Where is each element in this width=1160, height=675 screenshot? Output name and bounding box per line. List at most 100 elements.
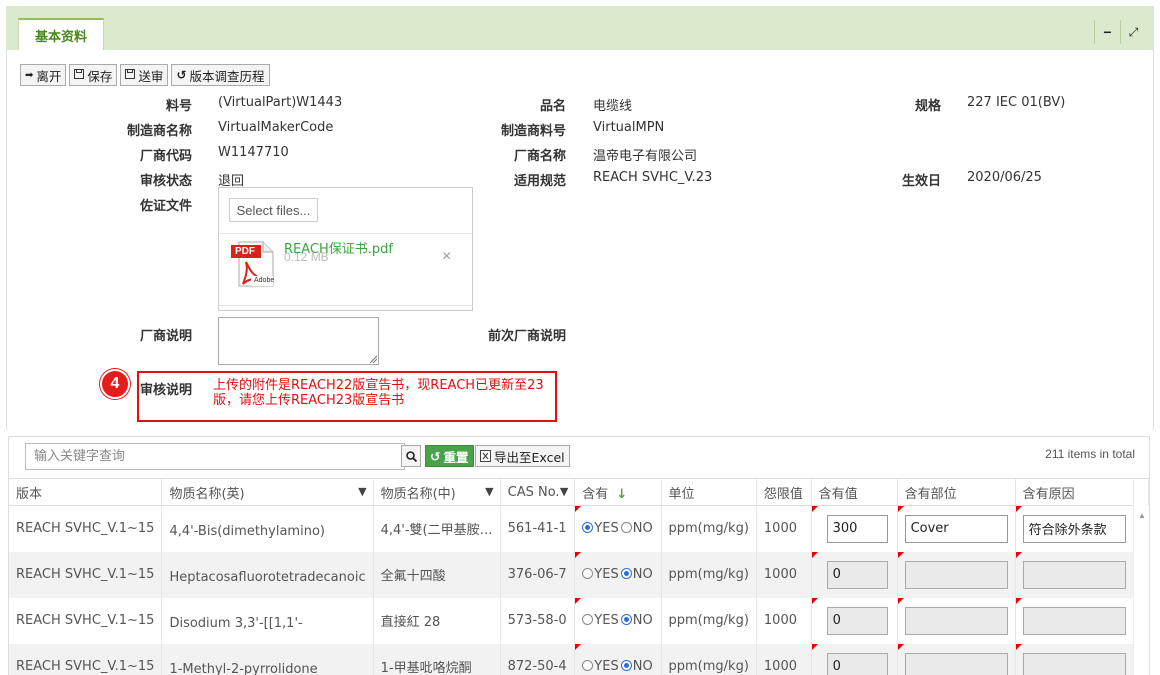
export-excel-button[interactable]: 导出至Excel [475, 445, 570, 467]
cell-contains: YES NO [574, 643, 662, 675]
file-upload: Select files... PDF Adobe 0.12 MB REACH保… [218, 187, 473, 311]
evidence-label: 佐证文件 [139, 199, 192, 214]
maker-name-label: 制造商名称 [126, 124, 192, 139]
cell-name-en: 1-Methyl-2-pyrrolidone [161, 643, 374, 675]
no-radio-label: NO [632, 567, 653, 582]
yes-radio-label: YES [594, 567, 619, 582]
tab-basic-info[interactable]: 基本资料 [18, 18, 104, 50]
yes-radio[interactable] [582, 614, 594, 625]
leave-button[interactable]: ➡ 离开 [20, 64, 67, 86]
select-files-button[interactable]: Select files... [229, 198, 318, 222]
spec-label: 规格 [914, 99, 941, 114]
no-radio[interactable] [620, 614, 632, 625]
col-part[interactable]: 含有部位 [897, 478, 1016, 506]
no-radio[interactable] [620, 522, 632, 534]
reason-input [1022, 560, 1126, 589]
yes-radio[interactable] [582, 522, 594, 534]
cell-unit: ppm(mg/kg) [661, 505, 757, 552]
cell-name-en: Disodium 3,3'-[[1,1'- [161, 597, 374, 644]
effective-date-label: 生效日 [901, 174, 941, 189]
cell-reason: 符合除外条款 [1015, 505, 1134, 552]
part-input[interactable]: Cover [904, 514, 1008, 543]
value-input[interactable]: 300 [826, 514, 888, 543]
tab-bar: 基本资料 − ⤢ [6, 6, 1154, 50]
cell-name-en: Heptacosafluorotetradecanoic [161, 551, 374, 598]
maker-name-value: VirtualMakerCode [218, 120, 334, 135]
minimize-icon[interactable]: − [1094, 20, 1120, 44]
cell-part [897, 597, 1016, 644]
leave-label: 离开 [36, 68, 62, 84]
cell-unit: ppm(mg/kg) [661, 643, 757, 675]
total-count: 211 items in total [1045, 447, 1135, 461]
cell-limit: 1000 [756, 505, 812, 552]
submit-button[interactable]: 送审 [120, 64, 169, 86]
file-name[interactable]: REACH保证书.pdf [284, 238, 393, 257]
cell-version: REACH SVHC_V.1~15 [9, 643, 163, 675]
history-label: 版本调查历程 [189, 68, 265, 84]
prev-vendor-note-label: 前次厂商说明 [487, 329, 566, 344]
filter-icon[interactable]: ▼ [358, 485, 366, 498]
vendor-note-textarea[interactable] [218, 317, 379, 365]
yes-radio[interactable] [582, 568, 594, 579]
scroll-up-icon[interactable]: ▲ [1138, 511, 1146, 520]
filter-icon[interactable]: ▼ [560, 485, 568, 498]
value-input: 0 [826, 560, 888, 589]
search-icon [405, 450, 417, 462]
search-button[interactable] [401, 445, 421, 467]
col-contains[interactable]: 含有 ↓ [574, 478, 662, 506]
part-input [904, 652, 1008, 675]
save-label: 保存 [87, 68, 113, 84]
col-cas[interactable]: CAS No. ▼ [500, 478, 576, 506]
excel-icon [480, 450, 491, 462]
cell-unit: ppm(mg/kg) [661, 551, 757, 598]
audit-status-label: 审核状态 [139, 174, 192, 189]
filter-icon[interactable]: ▼ [485, 485, 493, 498]
col-unit[interactable]: 单位 [661, 478, 757, 506]
product-name-value: 电缆线 [593, 99, 633, 114]
substance-table: 版本 物质名称(英) ▼ 物质名称(中) ▼ CAS No. ▼ 含有 ↓ 单位 怨限值… [9, 478, 1149, 675]
yes-radio-label: YES [594, 659, 619, 674]
submit-label: 送审 [138, 68, 164, 84]
vertical-scrollbar[interactable]: ▲ [1133, 505, 1149, 675]
exit-icon: ➡ [25, 69, 34, 81]
cell-name-cn: 全氟十四酸 [373, 551, 501, 598]
table-header-row: 版本 物质名称(英) ▼ 物质名称(中) ▼ CAS No. ▼ 含有 ↓ 单位 怨限值… [9, 478, 1149, 506]
col-name-en[interactable]: 物质名称(英) ▼ [161, 478, 374, 506]
table-row[interactable]: REACH SVHC_V.1~15 Heptacosafluorotetradec… [9, 551, 1149, 598]
history-button[interactable]: ↺ 版本调查历程 [171, 64, 270, 86]
save-icon [74, 68, 85, 82]
no-radio[interactable] [620, 568, 632, 579]
col-version[interactable]: 版本 [9, 478, 163, 506]
submit-icon [125, 68, 136, 82]
pdf-icon-text: PDF [235, 246, 255, 257]
reason-input [1022, 652, 1126, 675]
yes-radio-label: YES [594, 613, 619, 628]
reason-input[interactable]: 符合除外条款 [1022, 514, 1126, 543]
expand-icon[interactable]: ⤢ [1120, 20, 1146, 44]
table-row[interactable]: REACH SVHC_V.1~15 4,4'-Bis(dimethylamino)… [9, 505, 1149, 552]
cell-part [897, 643, 1016, 675]
vendor-note-label: 厂商说明 [139, 329, 192, 344]
reset-label: 重置 [443, 449, 469, 465]
col-limit[interactable]: 怨限值 [756, 478, 812, 506]
cell-contains: YES NO [574, 597, 662, 644]
no-radio[interactable] [620, 660, 632, 671]
cell-cas: 376-06-7 [500, 551, 576, 598]
search-input[interactable] [25, 443, 405, 470]
cell-reason [1015, 597, 1134, 644]
table-row[interactable]: REACH SVHC_V.1~15 1-Methyl-2-pyrrolidone 1… [9, 643, 1149, 675]
part-input [904, 560, 1008, 589]
maker-part-label: 制造商料号 [500, 124, 566, 139]
save-button[interactable]: 保存 [69, 64, 118, 86]
cell-version: REACH SVHC_V.1~15 [9, 551, 163, 598]
yes-radio[interactable] [582, 660, 594, 671]
cell-reason [1015, 643, 1134, 675]
resize-grip-icon[interactable] [369, 355, 377, 363]
table-row[interactable]: REACH SVHC_V.1~15 Disodium 3,3'-[[1,1'- 直接… [9, 597, 1149, 644]
reset-button[interactable]: ↺ 重置 [425, 445, 474, 467]
col-value[interactable]: 含有值 [811, 478, 898, 506]
col-reason[interactable]: 含有原因 [1015, 478, 1134, 506]
remove-file-icon[interactable]: × [442, 248, 451, 266]
col-name-cn[interactable]: 物质名称(中) ▼ [373, 478, 501, 506]
part-no-value: (VirtualPart)W1443 [218, 95, 343, 110]
